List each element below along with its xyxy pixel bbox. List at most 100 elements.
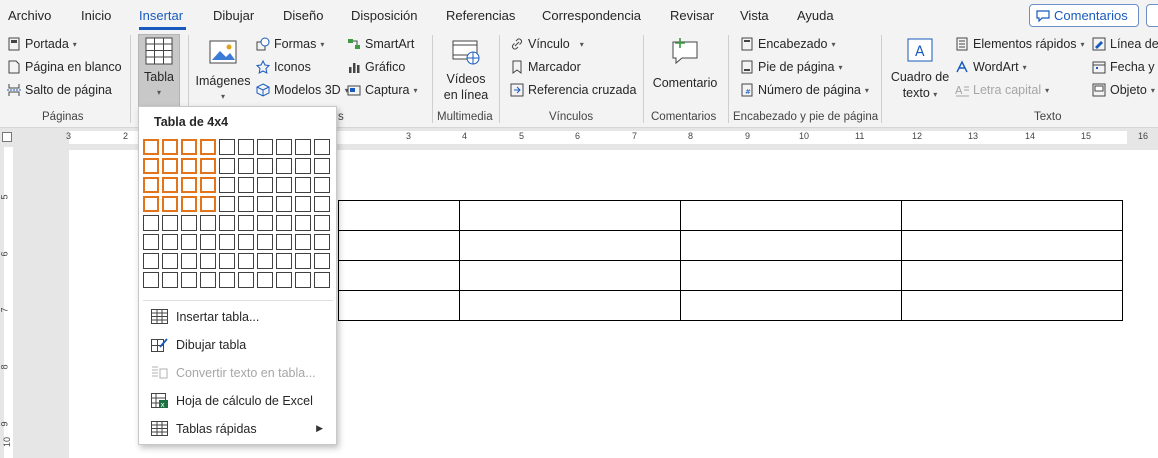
- grid-cell[interactable]: [238, 234, 254, 250]
- table-cell[interactable]: [338, 290, 460, 321]
- grid-cell[interactable]: [143, 139, 159, 155]
- grid-cell[interactable]: [238, 139, 254, 155]
- grid-cell[interactable]: [276, 272, 292, 288]
- editing-button[interactable]: [1146, 4, 1158, 27]
- letra-capital-button[interactable]: A Letra capital ▾: [955, 83, 1049, 97]
- grid-cell[interactable]: [238, 272, 254, 288]
- portada-button[interactable]: Portada ▾: [7, 37, 77, 51]
- insertar-tabla-item[interactable]: Insertar tabla...: [151, 309, 259, 324]
- grid-cell[interactable]: [200, 234, 216, 250]
- tab-disposicion[interactable]: Disposición: [351, 8, 417, 23]
- table-cell[interactable]: [338, 260, 460, 291]
- tab-dibujar[interactable]: Dibujar: [213, 8, 254, 23]
- grid-cell[interactable]: [162, 139, 178, 155]
- grid-cell[interactable]: [295, 158, 311, 174]
- table-cell[interactable]: [338, 200, 460, 231]
- grid-cell[interactable]: [295, 253, 311, 269]
- grid-cell[interactable]: [181, 139, 197, 155]
- grid-cell[interactable]: [276, 215, 292, 231]
- grid-cell[interactable]: [276, 253, 292, 269]
- grid-cell[interactable]: [314, 272, 330, 288]
- dibujar-tabla-item[interactable]: Dibujar tabla: [151, 337, 246, 352]
- grid-cell[interactable]: [181, 272, 197, 288]
- grid-cell[interactable]: [314, 139, 330, 155]
- grid-cell[interactable]: [219, 196, 235, 212]
- grid-cell[interactable]: [276, 177, 292, 193]
- grid-cell[interactable]: [219, 272, 235, 288]
- grid-cell[interactable]: [200, 196, 216, 212]
- table-cell[interactable]: [901, 230, 1123, 261]
- grid-cell[interactable]: [314, 215, 330, 231]
- comentario-button[interactable]: Comentario: [650, 37, 720, 91]
- grid-cell[interactable]: [181, 177, 197, 193]
- vertical-ruler[interactable]: 5 6 7 8 9 10: [0, 147, 16, 458]
- grid-cell[interactable]: [143, 234, 159, 250]
- grid-cell[interactable]: [219, 253, 235, 269]
- table-cell[interactable]: [901, 260, 1123, 291]
- grid-cell[interactable]: [257, 158, 273, 174]
- grid-cell[interactable]: [238, 253, 254, 269]
- grid-cell[interactable]: [143, 177, 159, 193]
- numero-de-pagina-button[interactable]: # Número de página ▾: [740, 83, 869, 97]
- grid-cell[interactable]: [219, 215, 235, 231]
- table-cell[interactable]: [459, 200, 681, 231]
- grid-cell[interactable]: [181, 253, 197, 269]
- formas-button[interactable]: Formas ▾: [256, 37, 324, 51]
- grid-cell[interactable]: [314, 253, 330, 269]
- grid-cell[interactable]: [162, 234, 178, 250]
- grid-cell[interactable]: [257, 253, 273, 269]
- captura-button[interactable]: Captura ▾: [347, 83, 418, 97]
- grid-cell[interactable]: [181, 158, 197, 174]
- grid-cell[interactable]: [219, 234, 235, 250]
- grid-cell[interactable]: [276, 139, 292, 155]
- iconos-button[interactable]: Iconos: [255, 59, 311, 74]
- tab-diseno[interactable]: Diseño: [283, 8, 323, 23]
- grid-cell[interactable]: [181, 234, 197, 250]
- tab-archivo[interactable]: Archivo: [8, 8, 51, 23]
- grid-cell[interactable]: [314, 196, 330, 212]
- grid-cell[interactable]: [200, 158, 216, 174]
- grid-cell[interactable]: [257, 272, 273, 288]
- table-cell[interactable]: [459, 290, 681, 321]
- grid-cell[interactable]: [295, 272, 311, 288]
- grid-cell[interactable]: [257, 196, 273, 212]
- vinculo-button[interactable]: Vínculo ▾: [510, 37, 584, 51]
- table-cell[interactable]: [680, 260, 902, 291]
- grid-cell[interactable]: [257, 177, 273, 193]
- grid-cell[interactable]: [143, 253, 159, 269]
- grid-cell[interactable]: [219, 158, 235, 174]
- wordart-button[interactable]: WordArt ▾: [955, 60, 1027, 74]
- grid-cell[interactable]: [257, 234, 273, 250]
- grid-cell[interactable]: [181, 215, 197, 231]
- table-cell[interactable]: [901, 200, 1123, 231]
- grid-cell[interactable]: [314, 158, 330, 174]
- grid-cell[interactable]: [257, 139, 273, 155]
- table-cell[interactable]: [338, 230, 460, 261]
- grid-cell[interactable]: [200, 253, 216, 269]
- grid-cell[interactable]: [276, 158, 292, 174]
- tab-inicio[interactable]: Inicio: [81, 8, 111, 23]
- grid-cell[interactable]: [181, 196, 197, 212]
- grafico-button[interactable]: Gráfico: [347, 60, 405, 74]
- fecha-y-hora-button[interactable]: Fecha y h: [1092, 60, 1158, 74]
- grid-cell[interactable]: [276, 234, 292, 250]
- pie-de-pagina-button[interactable]: Pie de página ▾: [740, 60, 842, 74]
- grid-cell[interactable]: [162, 196, 178, 212]
- encabezado-button[interactable]: Encabezado ▾: [740, 37, 836, 51]
- table-cell[interactable]: [680, 290, 902, 321]
- grid-cell[interactable]: [143, 272, 159, 288]
- grid-cell[interactable]: [219, 139, 235, 155]
- grid-cell[interactable]: [295, 196, 311, 212]
- tab-selector[interactable]: [2, 132, 12, 142]
- tab-correspondencia[interactable]: Correspondencia: [542, 8, 641, 23]
- grid-cell[interactable]: [276, 196, 292, 212]
- linea-de-firma-button[interactable]: Línea de f: [1092, 37, 1158, 51]
- grid-cell[interactable]: [314, 177, 330, 193]
- videos-en-linea-button[interactable]: Vídeos en línea: [440, 39, 492, 103]
- imagenes-button[interactable]: Imágenes ▾: [195, 39, 251, 105]
- referencia-cruzada-button[interactable]: Referencia cruzada: [510, 83, 636, 97]
- grid-cell[interactable]: [295, 215, 311, 231]
- grid-cell[interactable]: [143, 158, 159, 174]
- table-cell[interactable]: [680, 200, 902, 231]
- document-table[interactable]: [338, 200, 1123, 321]
